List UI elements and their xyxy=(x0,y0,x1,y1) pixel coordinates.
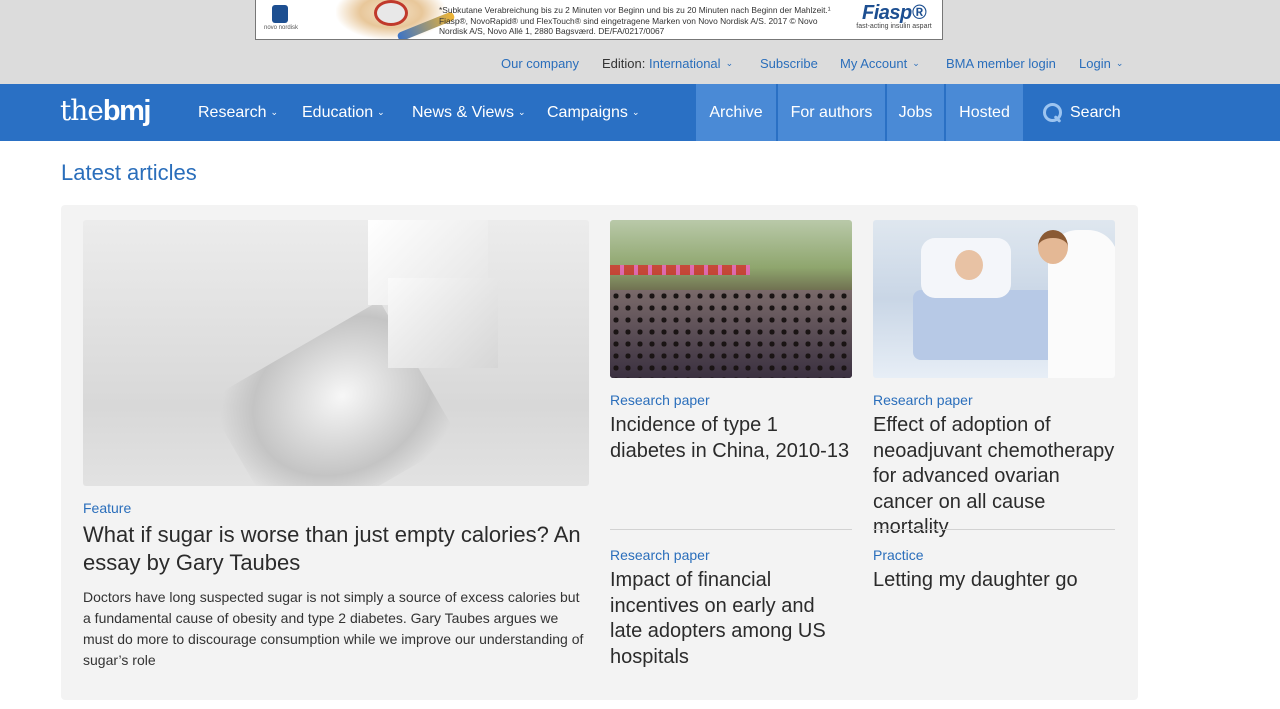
fiasp-logo: Fiasp® fast-acting insulin aspart xyxy=(856,2,932,30)
logo-bold: bmj xyxy=(102,95,152,127)
chevron-down-icon: ⌄ xyxy=(517,107,526,117)
lead-article-summary: Doctors have long suspected sugar is not… xyxy=(83,589,584,668)
my-account-menu[interactable]: My Account ⌄ xyxy=(840,56,920,71)
chevron-down-icon: ⌄ xyxy=(725,58,734,68)
article-category[interactable]: Research paper xyxy=(610,547,710,563)
chevron-down-icon: ⌄ xyxy=(1115,58,1124,68)
nav-jobs[interactable]: Jobs xyxy=(887,84,944,141)
logo-prefix: the xyxy=(60,94,104,127)
our-company-link[interactable]: Our company xyxy=(501,56,579,71)
article-category[interactable]: Practice xyxy=(873,547,924,563)
chevron-down-icon: ⌄ xyxy=(631,107,640,117)
nav-education[interactable]: Education ⌄ xyxy=(302,104,385,122)
article-image-hospital[interactable] xyxy=(873,220,1115,378)
nav-hosted[interactable]: Hosted xyxy=(946,84,1023,141)
my-account-label: My Account xyxy=(840,56,908,71)
nav-news-views-label: News & Views xyxy=(412,104,514,121)
section-title: Latest articles xyxy=(61,160,197,185)
article-title[interactable]: Impact of financial incentives on early … xyxy=(610,568,850,670)
ad-product-image xyxy=(336,0,456,39)
main-nav: thebmj Research ⌄ Education ⌄ News & Views… xyxy=(0,84,1280,141)
nav-education-label: Education xyxy=(302,104,374,121)
utility-nav: Our company Edition: International ⌄ Subs… xyxy=(0,56,1280,76)
novo-nordisk-logo: novo nordisk xyxy=(262,3,302,35)
divider xyxy=(873,529,1115,530)
nav-campaigns[interactable]: Campaigns ⌄ xyxy=(547,104,639,122)
article-category[interactable]: Research paper xyxy=(873,392,973,408)
nav-news-views[interactable]: News & Views ⌄ xyxy=(412,104,526,122)
advertisement-banner[interactable]: novo nordisk *Subkutane Verabreichung bi… xyxy=(255,0,943,40)
search-icon xyxy=(1042,102,1064,124)
login-menu[interactable]: Login ⌄ xyxy=(1079,56,1123,71)
nav-archive[interactable]: Archive xyxy=(696,84,776,141)
nav-research-label: Research xyxy=(198,104,267,121)
bma-member-login-link[interactable]: BMA member login xyxy=(946,56,1056,71)
nav-research[interactable]: Research ⌄ xyxy=(198,104,278,122)
login-label: Login xyxy=(1079,56,1111,71)
chevron-down-icon: ⌄ xyxy=(912,58,920,68)
search-label: Search xyxy=(1070,103,1121,121)
edition-selector[interactable]: International ⌄ xyxy=(649,56,733,71)
chevron-down-icon: ⌄ xyxy=(377,107,385,117)
top-bar: novo nordisk *Subkutane Verabreichung bi… xyxy=(0,0,1280,84)
lead-article-title[interactable]: What if sugar is worse than just empty c… xyxy=(83,521,589,577)
nav-campaigns-label: Campaigns xyxy=(547,104,628,121)
article-title[interactable]: Incidence of type 1 diabetes in China, 2… xyxy=(610,413,855,464)
lead-article-category[interactable]: Feature xyxy=(83,500,131,516)
article-title[interactable]: Effect of adoption of neoadjuvant chemot… xyxy=(873,413,1123,541)
chevron-down-icon: ⌄ xyxy=(270,107,279,117)
article-category[interactable]: Research paper xyxy=(610,392,710,408)
article-image-crowd[interactable] xyxy=(610,220,852,378)
article-title[interactable]: Letting my daughter go xyxy=(873,568,1118,594)
ad-disclaimer-text: *Subkutane Verabreichung bis zu 2 Minute… xyxy=(439,5,831,36)
edition-label: Edition: xyxy=(602,56,646,71)
divider xyxy=(610,529,852,530)
edition-value: International xyxy=(649,56,721,71)
bmj-logo[interactable]: thebmj xyxy=(60,94,152,130)
subscribe-link[interactable]: Subscribe xyxy=(760,56,818,71)
nav-for-authors[interactable]: For authors xyxy=(778,84,885,141)
search-button[interactable]: Search xyxy=(1026,84,1126,141)
lead-article-image[interactable] xyxy=(83,220,589,486)
